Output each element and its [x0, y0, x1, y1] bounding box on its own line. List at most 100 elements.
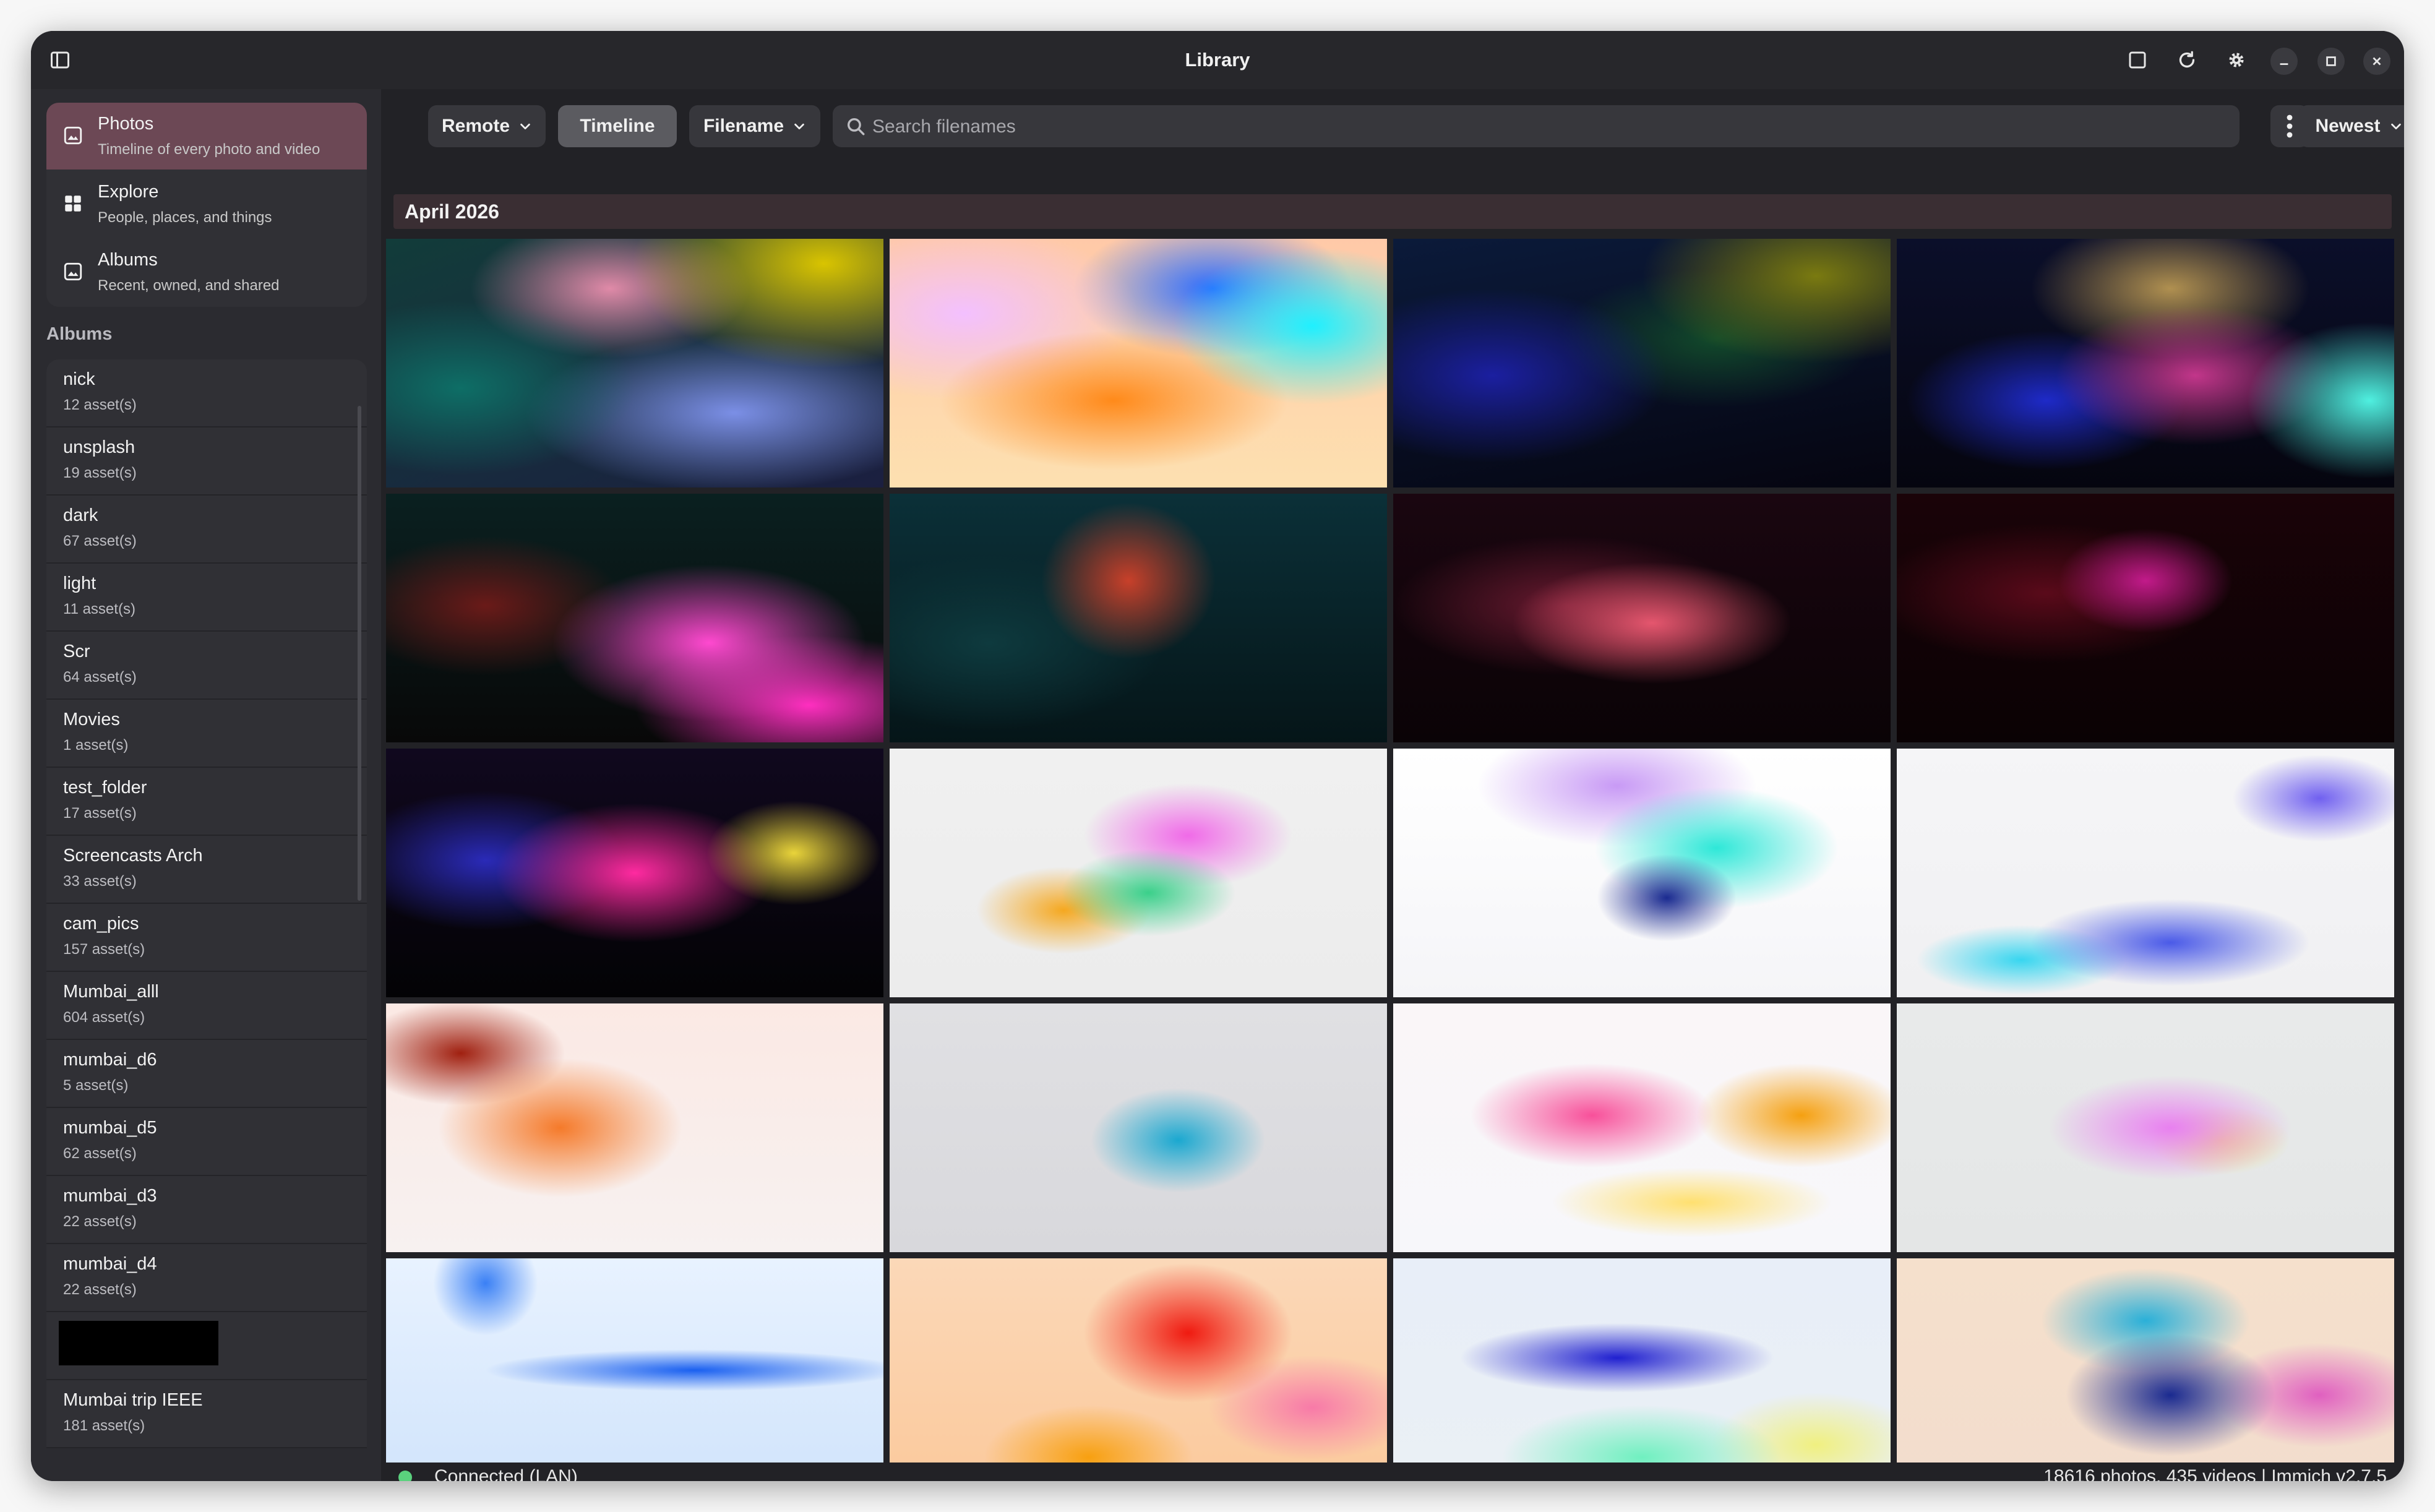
- photo-thumbnail[interactable]: [1393, 749, 1891, 997]
- album-count: 604 asset(s): [63, 1009, 145, 1026]
- sort-dropdown[interactable]: Newest: [2299, 105, 2404, 147]
- album-count: 67 asset(s): [63, 533, 137, 549]
- album-list-scrollbar[interactable]: [358, 406, 361, 901]
- album-name: test_folder: [63, 778, 147, 797]
- photo-thumbnail[interactable]: [1393, 1258, 1891, 1463]
- photo-thumbnail[interactable]: [1393, 494, 1891, 742]
- sidebar: Photos Timeline of every photo and video…: [31, 89, 381, 1481]
- timeline-toggle-label: Timeline: [580, 116, 655, 136]
- album-count: 12 asset(s): [63, 397, 137, 413]
- minimize-button[interactable]: [2270, 48, 2298, 75]
- album-count: 22 asset(s): [63, 1281, 137, 1298]
- close-button[interactable]: [2363, 48, 2390, 75]
- photo-thumbnail[interactable]: [1897, 494, 2394, 742]
- album-item[interactable]: mumbai_d5 62 asset(s): [46, 1108, 367, 1176]
- album-item[interactable]: mumbai_d4 22 asset(s): [46, 1244, 367, 1312]
- album-item[interactable]: test_folder 17 asset(s): [46, 768, 367, 836]
- album-name: dark: [63, 505, 98, 525]
- album-list: nick 12 asset(s) unsplash 19 asset(s) da…: [46, 359, 367, 1481]
- maximize-button[interactable]: [2317, 48, 2345, 75]
- nav-item-subtitle: Recent, owned, and shared: [98, 277, 280, 294]
- photo-thumbnail[interactable]: [1393, 239, 1891, 488]
- album-item[interactable]: Scr 64 asset(s): [46, 632, 367, 700]
- photo-thumbnail[interactable]: [890, 1258, 1387, 1463]
- source-dropdown[interactable]: Remote: [428, 105, 546, 147]
- sort-dropdown-label: Newest: [2315, 116, 2381, 136]
- main-navigation: Photos Timeline of every photo and video…: [46, 103, 367, 307]
- album-item[interactable]: Screencasts Arch 33 asset(s): [46, 836, 367, 904]
- album-item[interactable]: nick 12 asset(s): [46, 359, 367, 427]
- window-title: Library: [1185, 49, 1250, 71]
- close-icon: [2373, 57, 2381, 66]
- album-name: mumbai_d3: [63, 1186, 157, 1206]
- album-name: Movies: [63, 710, 120, 729]
- album-item[interactable]: mumbai_d3 22 asset(s): [46, 1176, 367, 1244]
- status-bar: Connected (LAN) 18616 photos, 435 videos…: [381, 1463, 2404, 1481]
- album-item[interactable]: light 11 asset(s): [46, 564, 367, 632]
- refresh-icon: [2179, 51, 2195, 68]
- album-item[interactable]: Mumbai_alll 604 asset(s): [46, 972, 367, 1040]
- search-box[interactable]: [833, 105, 2240, 148]
- album-item[interactable]: Mumbai trip IEEE 181 asset(s): [46, 1380, 367, 1448]
- photo-thumbnail[interactable]: [386, 749, 883, 997]
- connection-status-text: Connected (LAN): [434, 1466, 578, 1481]
- connection-status-indicator: [398, 1471, 412, 1481]
- library-summary: 18616 photos, 435 videos | Immich v2.7.5: [2043, 1466, 2387, 1481]
- album-count: 19 asset(s): [63, 465, 137, 481]
- app-window: Library Photos Timeline of every photo a…: [31, 31, 2404, 1481]
- album-count: 1 asset(s): [63, 737, 129, 754]
- album-item[interactable]: Movies 1 asset(s): [46, 700, 367, 768]
- photo-thumbnail[interactable]: [1897, 749, 2394, 997]
- filter-field-dropdown[interactable]: Filename: [689, 105, 820, 147]
- chevron-down-icon: [520, 123, 530, 130]
- photo-thumbnail[interactable]: [890, 1003, 1387, 1252]
- photo-thumbnail[interactable]: [386, 494, 883, 742]
- album-count: 17 asset(s): [63, 805, 137, 822]
- nav-item-photos[interactable]: Photos Timeline of every photo and video: [46, 103, 367, 170]
- timeline-toggle[interactable]: Timeline: [558, 105, 677, 147]
- album-name: light: [63, 573, 97, 593]
- album-name: mumbai_d6: [63, 1050, 157, 1070]
- photo-thumbnail[interactable]: [1897, 1258, 2394, 1463]
- photo-thumbnail[interactable]: [386, 1258, 883, 1463]
- photo-thumbnail[interactable]: [1897, 1003, 2394, 1252]
- album-item-redacted[interactable]: [46, 1312, 367, 1380]
- maximize-icon: [2326, 56, 2336, 66]
- photo-thumbnail[interactable]: [1393, 1003, 1891, 1252]
- album-icon: [64, 262, 82, 281]
- chevron-down-icon: [2390, 123, 2401, 130]
- square-icon: [2129, 51, 2146, 69]
- settings-button[interactable]: [2220, 43, 2253, 77]
- album-count: 11 asset(s): [63, 601, 135, 617]
- photo-thumbnail[interactable]: [386, 239, 883, 488]
- photo-thumbnail[interactable]: [386, 1003, 883, 1252]
- search-input[interactable]: [871, 105, 2222, 148]
- nav-item-title: Photos: [98, 114, 154, 134]
- album-item[interactable]: cam_pics 157 asset(s): [46, 904, 367, 972]
- photo-thumbnail[interactable]: [890, 494, 1387, 742]
- album-name: unsplash: [63, 437, 135, 457]
- more-vertical-icon: [2287, 114, 2293, 138]
- nav-item-albums[interactable]: Albums Recent, owned, and shared: [46, 239, 367, 306]
- album-name: mumbai_d5: [63, 1118, 157, 1138]
- album-count: 62 asset(s): [63, 1145, 137, 1162]
- date-group-header: April 2026: [393, 194, 2392, 229]
- nav-item-subtitle: Timeline of every photo and video: [98, 141, 320, 158]
- photo-thumbnail[interactable]: [890, 749, 1387, 997]
- photo-thumbnail[interactable]: [1897, 239, 2394, 488]
- album-count: 5 asset(s): [63, 1077, 129, 1094]
- select-mode-button[interactable]: [2121, 43, 2154, 77]
- album-item[interactable]: mumbai_d6 5 asset(s): [46, 1040, 367, 1108]
- nav-item-explore[interactable]: Explore People, places, and things: [46, 171, 367, 238]
- nav-item-subtitle: People, places, and things: [98, 209, 272, 226]
- refresh-button[interactable]: [2170, 43, 2204, 77]
- album-name: mumbai_d4: [63, 1254, 157, 1274]
- album-item[interactable]: unsplash 19 asset(s): [46, 427, 367, 496]
- album-name: Mumbai_alll: [63, 982, 159, 1002]
- filter-field-label: Filename: [703, 116, 784, 136]
- search-icon: [847, 118, 865, 135]
- album-item[interactable]: dark 67 asset(s): [46, 496, 367, 564]
- photo-thumbnail[interactable]: [890, 239, 1387, 488]
- image-icon: [64, 126, 82, 145]
- main-content: Remote Timeline Filename Search filename…: [381, 89, 2404, 1481]
